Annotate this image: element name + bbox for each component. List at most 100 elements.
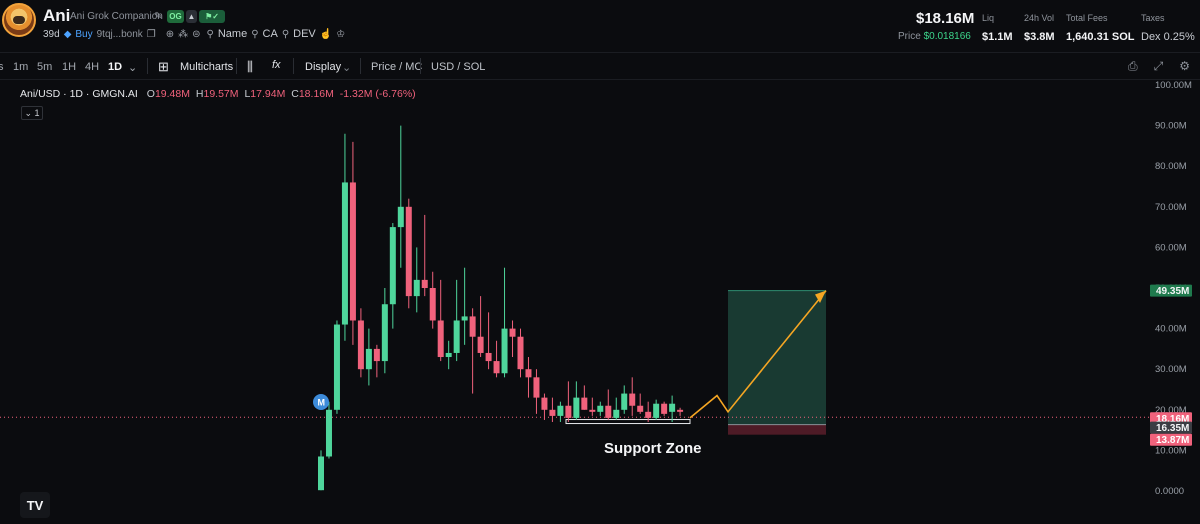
multicharts-button[interactable]: Multicharts — [180, 61, 233, 73]
candle-body — [469, 316, 476, 337]
chart-toolbar: s 1m 5m 1H 4H 1D ⌄ ⊞ Multicharts ⫼ fx Di… — [0, 52, 1200, 80]
chevron-down-icon[interactable]: ⌄ — [128, 61, 137, 74]
candle-body — [525, 369, 532, 378]
candle-body — [533, 377, 540, 398]
timeframe-1h[interactable]: 1H — [62, 61, 76, 73]
list-icon[interactable]: ⊜ — [192, 29, 200, 40]
candle-body — [621, 393, 628, 410]
camera-icon[interactable]: ⎙ — [1128, 59, 1138, 74]
y-axis-tick-label: 100.00M — [1155, 80, 1192, 91]
candle-body — [477, 336, 484, 353]
candle-body — [429, 288, 436, 321]
display-button[interactable]: Display — [305, 61, 341, 73]
marker-label: M — [318, 398, 326, 408]
candle-body — [661, 403, 668, 414]
chart-actions: ⎙ ⤢ ⚙ — [1128, 59, 1190, 74]
taxes-stat: Taxes Dex 0.25% — [1141, 13, 1195, 43]
candle-body — [549, 409, 556, 416]
ohlc-legend: Ani/USD · 1D · GMGN.AI O19.48M H19.57M L… — [20, 88, 416, 100]
price-tag-label: 16.35M — [1156, 423, 1189, 434]
price-value: $0.018166 — [923, 31, 971, 42]
candle-body — [541, 397, 548, 410]
copy-icon[interactable]: ❐ — [147, 29, 156, 40]
candle-body — [645, 411, 652, 418]
y-axis-tick-label: 40.00M — [1155, 324, 1187, 335]
crown-icon[interactable]: ♔ — [336, 29, 345, 40]
search-dev-link[interactable]: DEV — [293, 28, 316, 40]
close-value: 18.16M — [298, 88, 334, 100]
fees-stat: Total Fees 1,640.31 SOL — [1066, 13, 1135, 43]
candle-body — [677, 409, 684, 412]
settings-icon[interactable]: ⚙ — [1179, 59, 1190, 74]
token-meta-row: 39d ◆ Buy 9tqj...bonk ❐ ⊕ ⁂ ⊜ ⚲ Name ⚲ C… — [43, 27, 345, 41]
timeframe-4h[interactable]: 4H — [85, 61, 99, 73]
chart-canvas[interactable]: 0.000010.00M20.00M30.00M40.00M50.00M60.0… — [0, 80, 1200, 524]
y-axis-tick-label: 60.00M — [1155, 242, 1187, 253]
toolbar-divider — [420, 58, 421, 74]
price-chart[interactable]: 0.000010.00M20.00M30.00M40.00M50.00M60.0… — [0, 80, 1200, 524]
fullscreen-icon[interactable]: ⤢ — [1154, 59, 1164, 74]
candle-body — [357, 320, 364, 370]
indicators-icon[interactable]: fx — [272, 59, 281, 71]
candle-body — [605, 405, 612, 418]
candle-body — [581, 397, 588, 410]
verified-icons: ⚑✓ — [199, 10, 225, 23]
search-ca-link[interactable]: CA — [263, 28, 278, 40]
search-name-link[interactable]: Name — [218, 28, 247, 40]
candle-body — [557, 405, 564, 416]
timeframe-1d[interactable]: 1D — [108, 61, 122, 73]
y-axis-tick-label: 10.00M — [1155, 445, 1187, 456]
taxes-value: Dex 0.25% — [1141, 31, 1195, 43]
y-axis-tick-label: 80.00M — [1155, 161, 1187, 172]
timeframe-5m[interactable]: 5m — [37, 61, 52, 73]
liquidity-value: $1.1M — [982, 31, 1013, 43]
candle-body — [389, 227, 396, 305]
timeframe-s[interactable]: s — [0, 61, 4, 73]
candle-body — [573, 397, 580, 418]
globe-icon[interactable]: ⊕ — [166, 29, 174, 40]
candle-body — [501, 328, 508, 374]
timeframe-1m[interactable]: 1m — [13, 61, 28, 73]
candle-body — [421, 279, 428, 288]
change-value: -1.32M (-6.76%) — [339, 88, 416, 100]
candle-body — [453, 320, 460, 353]
candle-body — [485, 352, 492, 362]
thumbs-up-icon[interactable]: ☝ — [320, 29, 332, 40]
contract-address[interactable]: 9tqj...bonk — [97, 29, 143, 40]
holders-icon[interactable]: ⁂ — [178, 29, 188, 40]
take-profit-zone — [728, 290, 826, 425]
low-value: 17.94M — [250, 88, 286, 100]
candle-body — [373, 348, 380, 362]
liquidity-label: Liq — [982, 13, 995, 23]
y-axis-tick-label: 0.0000 — [1155, 486, 1184, 497]
candle-body — [589, 409, 596, 412]
add-chart-icon[interactable]: ⊞ — [158, 59, 169, 75]
candle-body — [325, 409, 332, 457]
y-axis-tick-label: 70.00M — [1155, 202, 1187, 213]
search-icon: ⚲ — [281, 28, 290, 40]
chevron-down-icon[interactable]: ⌄ — [342, 61, 351, 74]
candle-body — [565, 405, 572, 418]
candle-body — [637, 405, 644, 412]
usd-sol-toggle[interactable]: USD / SOL — [431, 61, 485, 73]
candle-type-icon[interactable]: ⫼ — [247, 59, 253, 75]
pair-label: Ani/USD · 1D · GMGN.AI — [20, 88, 138, 100]
toolbar-divider — [236, 58, 237, 74]
candle-body — [333, 324, 340, 410]
price-tag-label: 13.87M — [1156, 435, 1189, 446]
token-avatar[interactable] — [2, 3, 36, 37]
og-badge: OG — [167, 10, 184, 23]
candle-body — [437, 320, 444, 358]
fees-value: 1,640.31 SOL — [1066, 31, 1135, 43]
edit-icon[interactable]: ✎ — [154, 11, 162, 22]
y-axis-tick-label: 90.00M — [1155, 121, 1187, 132]
candle-body — [405, 206, 412, 297]
candle-body — [341, 182, 348, 325]
support-zone-label: Support Zone — [604, 440, 702, 457]
buy-link[interactable]: Buy — [75, 29, 92, 40]
toolbar-divider — [360, 58, 361, 74]
toolbar-divider — [293, 58, 294, 74]
tradingview-logo: TV — [20, 492, 50, 518]
price-mc-toggle[interactable]: Price / MC — [371, 61, 422, 73]
indicator-toggle[interactable]: ⌄ 1 — [21, 106, 43, 120]
